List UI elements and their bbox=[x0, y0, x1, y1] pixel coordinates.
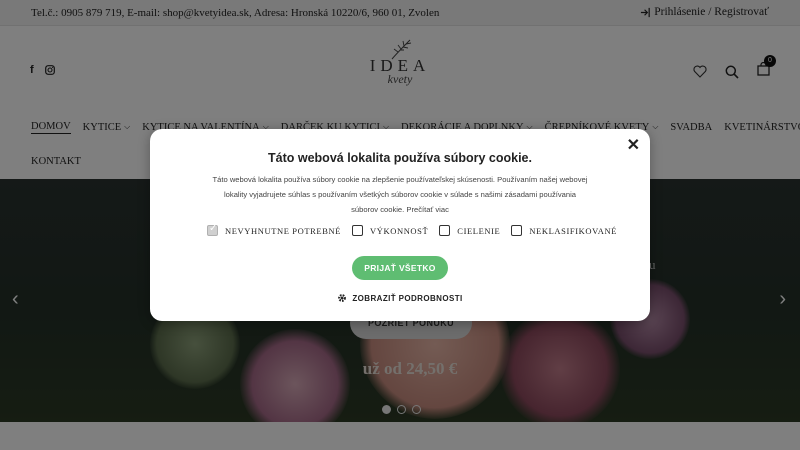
cookie-option-label[interactable]: NEKLASIFIKOVANÉ bbox=[529, 226, 617, 236]
cookie-description: Táto webová lokalita používa súbory cook… bbox=[212, 175, 588, 214]
cookie-option-label[interactable]: VÝKONNOSŤ bbox=[370, 226, 428, 236]
show-details-button[interactable]: ZOBRAZIŤ PODROBNOSTI bbox=[150, 293, 650, 303]
accept-all-button[interactable]: PRIJAŤ VŠETKO bbox=[352, 256, 448, 280]
cookie-option-neklasifikované[interactable]: NEKLASIFIKOVANÉ bbox=[511, 225, 617, 236]
cookie-title: Táto webová lokalita používa súbory cook… bbox=[268, 151, 532, 165]
gear-icon bbox=[338, 294, 347, 302]
cookie-consent-dialog: ✕ Táto webová lokalita používa súbory co… bbox=[150, 129, 650, 321]
cookie-option-cielenie[interactable]: CIELENIE bbox=[439, 225, 500, 236]
checkbox[interactable] bbox=[352, 225, 363, 236]
cookie-option-label[interactable]: CIELENIE bbox=[457, 226, 500, 236]
cookie-options: NEVYHNUTNE POTREBNÉ VÝKONNOSŤ CIELENIE NEKL… bbox=[207, 223, 617, 236]
checkbox bbox=[207, 223, 218, 236]
cookie-option-label[interactable]: NEVYHNUTNE POTREBNÉ bbox=[225, 226, 341, 236]
cookie-option-výkonnosť[interactable]: VÝKONNOSŤ bbox=[352, 225, 428, 236]
checkbox[interactable] bbox=[439, 225, 451, 236]
checkbox[interactable] bbox=[511, 225, 523, 236]
show-details-label[interactable]: ZOBRAZIŤ PODROBNOSTI bbox=[352, 294, 462, 303]
cookie-option-nevyhnutne-potrebné[interactable]: NEVYHNUTNE POTREBNÉ bbox=[207, 223, 341, 236]
